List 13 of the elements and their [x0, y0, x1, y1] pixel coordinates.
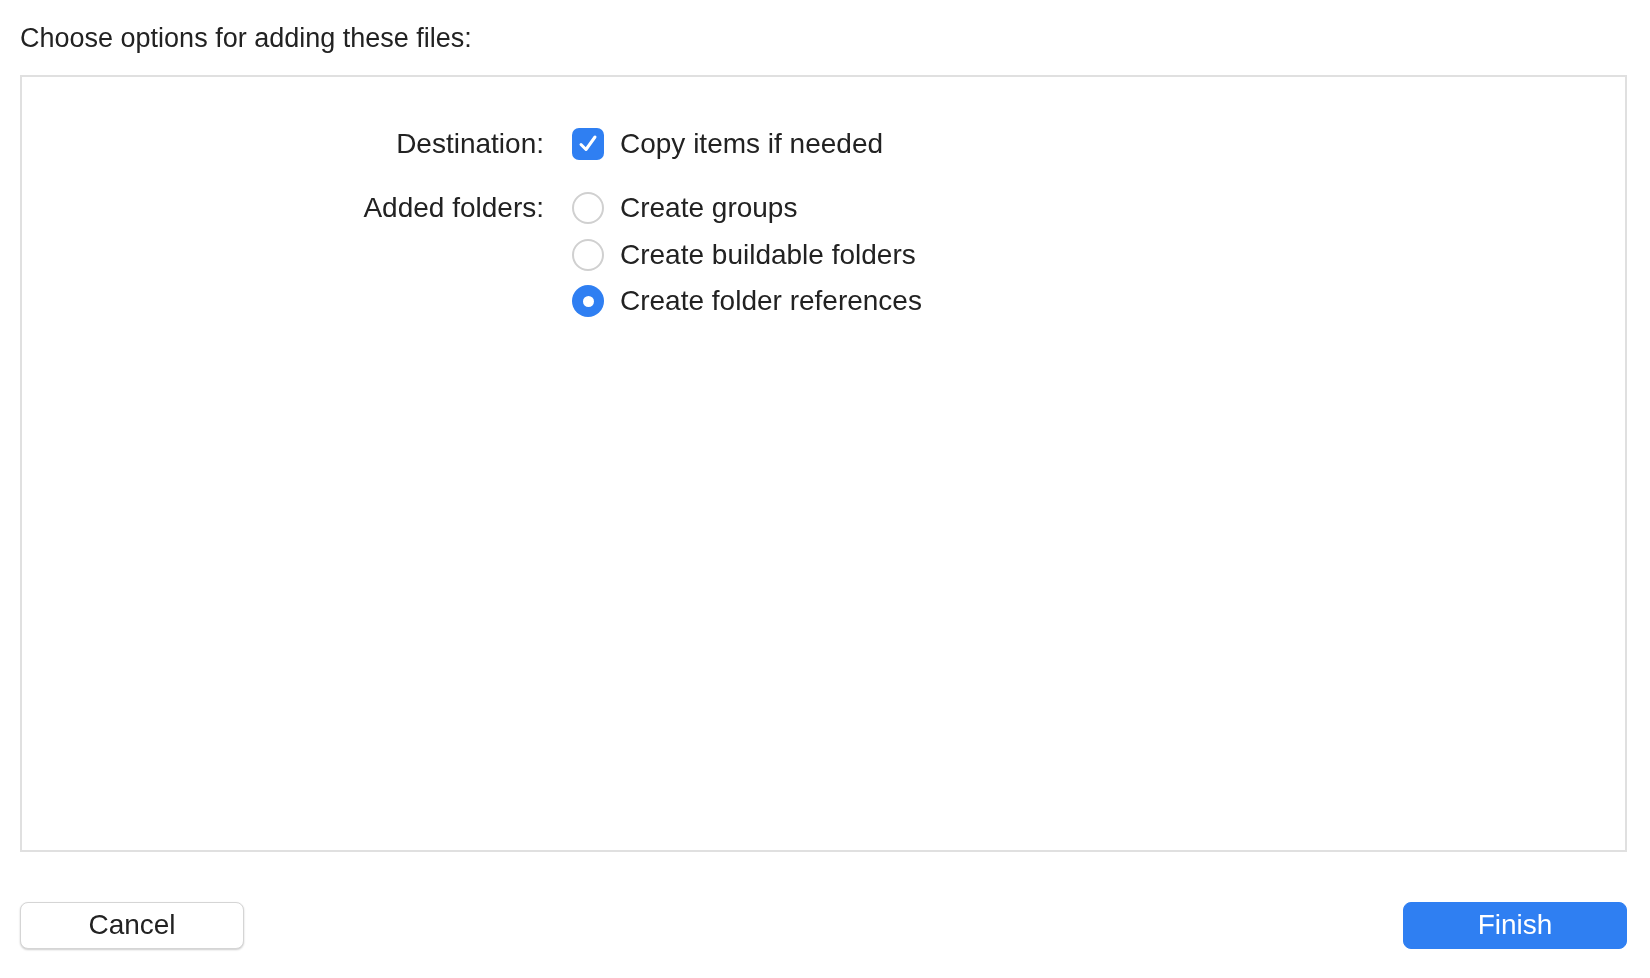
radio-label: Create folder references [620, 284, 922, 318]
radio-label: Create buildable folders [620, 237, 916, 272]
radio-button[interactable] [572, 285, 604, 318]
radio-button[interactable] [572, 192, 604, 225]
field-label: Added folders: [362, 191, 545, 225]
checkbox[interactable] [572, 127, 604, 160]
finish-button[interactable]: Finish [1403, 901, 1627, 949]
dialog-title: Choose options for adding these files: [20, 22, 473, 55]
radio-label: Create groups [620, 191, 798, 225]
checkbox-label: Copy items if needed [620, 126, 884, 161]
field-label: Destination: [395, 126, 545, 161]
cancel-button[interactable]: Cancel [20, 901, 244, 949]
radio-button[interactable] [572, 238, 604, 271]
